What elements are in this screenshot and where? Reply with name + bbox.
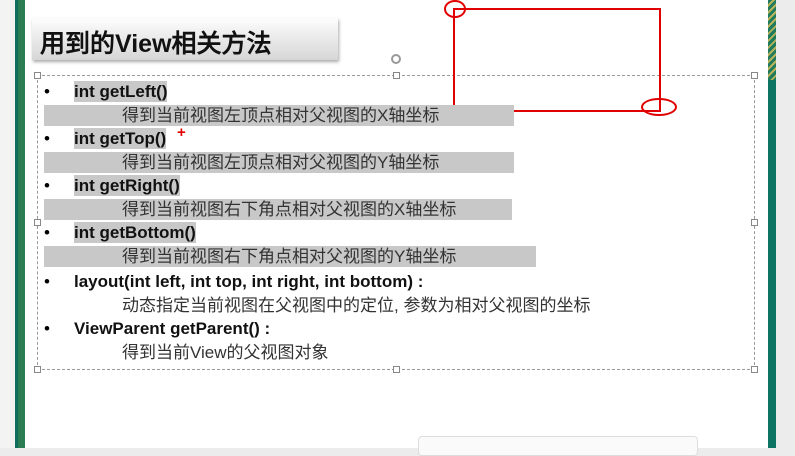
resize-handle[interactable] [393,72,400,79]
right-decor-strip-lower [768,80,776,448]
slide-title: 用到的View相关方法 [32,18,338,60]
resize-handle[interactable] [34,72,41,79]
method-description: 得到当前视图右下角点相对父视图的X轴坐标 [122,200,457,219]
resize-handle[interactable] [751,219,758,226]
red-annotation-rectangle [453,8,661,112]
method-signature: int getTop() [74,128,167,149]
resize-handle[interactable] [393,366,400,373]
cursor-plus-icon: + [177,124,186,141]
rotate-handle-icon[interactable] [391,54,401,64]
annotation-loop [641,98,677,116]
bullet: • [44,82,50,101]
method-signature: int getLeft() [74,81,168,102]
bullet: • [44,176,50,195]
method-signature: ViewParent getParent() : [74,319,271,338]
method-signature: layout(int left, int top, int right, int… [74,272,424,291]
method-signature: int getBottom() [74,222,196,243]
resize-handle[interactable] [751,366,758,373]
resize-handle[interactable] [751,72,758,79]
method-description: 得到当前视图左顶点相对父视图的Y轴坐标 [122,153,440,172]
method-description: 动态指定当前视图在父视图中的定位, 参数为相对父视图的坐标 [122,296,591,315]
resize-handle[interactable] [34,366,41,373]
method-description: 得到当前视图右下角点相对父视图的Y轴坐标 [122,247,457,266]
method-description: 得到当前视图左顶点相对父视图的X轴坐标 [122,106,440,125]
bullet: • [44,223,50,242]
left-decor-strip [0,0,25,448]
bullet: • [44,272,50,291]
resize-handle[interactable] [34,219,41,226]
bullet: • [44,129,50,148]
notification-toast[interactable] [418,436,698,456]
method-description: 得到当前View的父视图对象 [122,343,329,362]
annotation-loop [444,0,466,18]
method-signature: int getRight() [74,175,180,196]
bullet: • [44,319,50,338]
